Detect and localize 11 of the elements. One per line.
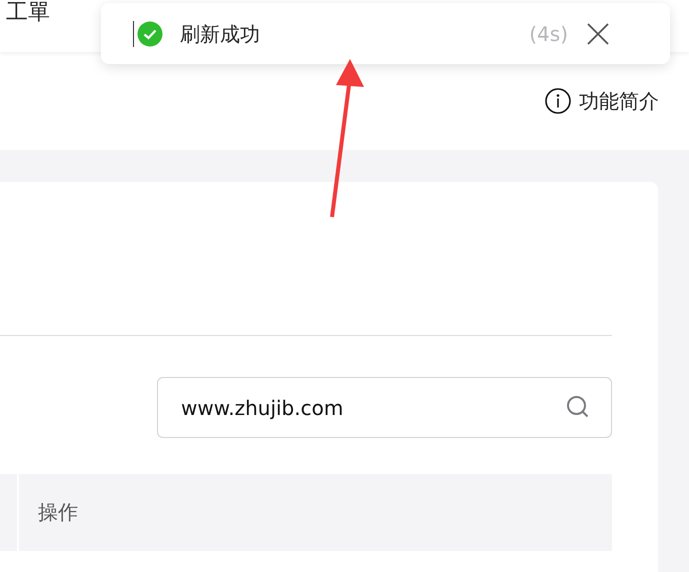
toast-message: 刷新成功	[180, 20, 261, 48]
close-button[interactable]	[586, 22, 610, 46]
info-icon	[545, 88, 571, 114]
search-icon	[566, 395, 590, 419]
search-field[interactable]: www.zhujib.com	[157, 377, 612, 438]
check-circle-icon	[137, 20, 163, 46]
nav-item[interactable]: 工單	[6, 0, 50, 25]
countdown: (4s)	[529, 20, 568, 48]
text-cursor	[133, 20, 134, 46]
column-header: 操作	[37, 499, 78, 526]
help-link[interactable]: 功能简介	[545, 86, 659, 116]
